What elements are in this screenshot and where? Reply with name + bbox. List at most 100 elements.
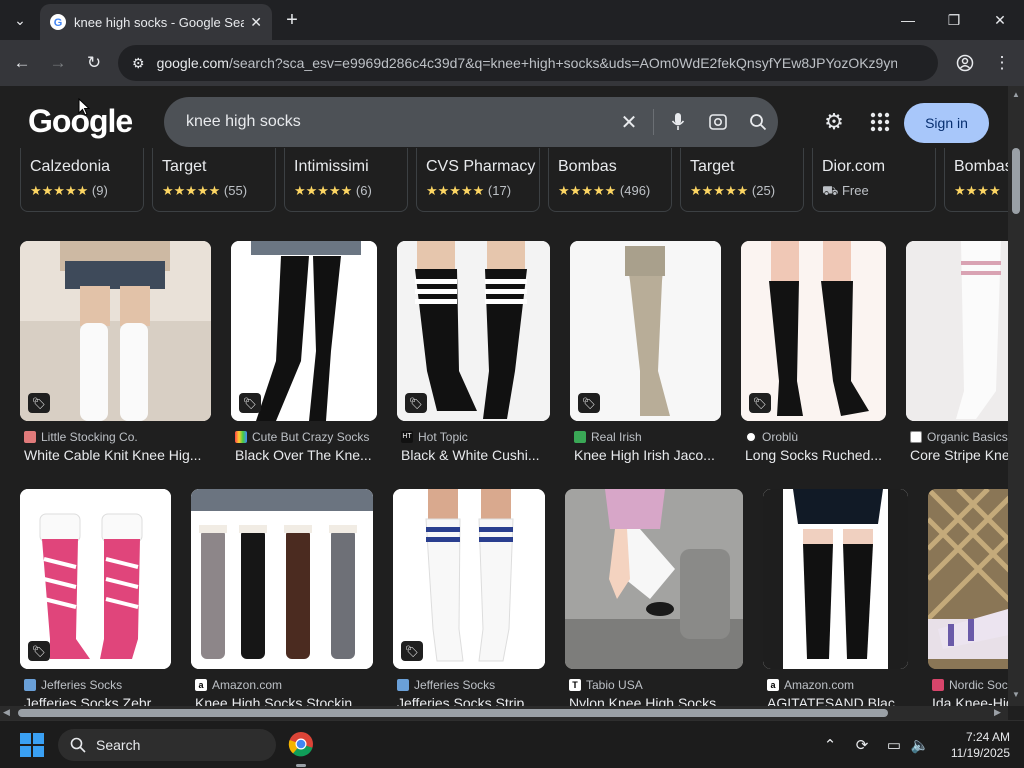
result-thumbnail[interactable] (906, 241, 1008, 421)
forward-arrow-icon[interactable]: → (45, 50, 71, 76)
source-favicon-icon (932, 679, 944, 691)
window-close-icon[interactable]: ✕ (988, 8, 1012, 32)
result-title[interactable]: Knee High Socks Stockin... (195, 695, 371, 706)
result-title[interactable]: AGITATESAND Blac... (767, 695, 906, 706)
result-source: Tabio USA (586, 678, 643, 692)
profile-icon[interactable] (952, 50, 978, 76)
new-tab-icon[interactable]: + (280, 8, 304, 32)
horizontal-scrollbar[interactable]: ◀ ▶ (0, 706, 1008, 720)
tab-search-chevron-icon[interactable]: ⌄ (8, 8, 32, 32)
rating-count: (55) (223, 183, 248, 198)
address-bar[interactable]: ⚙ google.com/search?sca_esv=e9969d286c4c… (118, 45, 938, 81)
vertical-scroll-thumb[interactable] (1012, 148, 1020, 214)
merchant-card[interactable]: Bombas ★★★★★ (496) (548, 148, 672, 212)
result-source: Real Irish (591, 430, 642, 444)
merchant-card[interactable]: CVS Pharmacy ★★★★★ (17) (416, 148, 540, 212)
restore-icon[interactable]: ❐ (942, 8, 966, 32)
source-favicon-icon (397, 679, 409, 691)
scroll-down-arrow-icon[interactable]: ▼ (1012, 690, 1020, 699)
result-source: Oroblù (762, 430, 799, 444)
search-input[interactable]: knee high socks ✕ (164, 97, 778, 147)
result-title[interactable]: Jefferies Socks Zebr... (24, 695, 169, 706)
show-hidden-icons-chevron-icon[interactable]: ⌃ (820, 735, 840, 755)
reload-icon[interactable]: ↻ (81, 50, 107, 76)
merchant-card[interactable]: Bombas ★★★★ (944, 148, 1008, 212)
lens-camera-icon[interactable] (698, 112, 738, 132)
windows-start-icon[interactable] (20, 733, 44, 757)
result-source: Jefferies Socks (41, 678, 123, 692)
display-icon[interactable]: ▭ (884, 735, 904, 755)
settings-gear-icon[interactable]: ⚙ (820, 108, 848, 136)
rating-stars: ★★★★★ (426, 183, 485, 198)
browser-tab[interactable]: G knee high socks - Google Search ✕ (40, 4, 272, 40)
browser-menu-icon[interactable]: ⋮ (989, 50, 1015, 76)
merchant-name: Target (690, 158, 735, 175)
tab-close-icon[interactable]: ✕ (250, 14, 262, 31)
clear-search-icon[interactable]: ✕ (609, 110, 649, 135)
address-url: google.com/search?sca_esv=e9969d286c4c39… (156, 55, 897, 71)
rating-stars: ★★★★★ (162, 183, 221, 198)
result-title[interactable]: White Cable Knit Knee Hig... (24, 447, 209, 463)
horizontal-scroll-thumb[interactable] (18, 709, 888, 717)
tab-title: knee high socks - Google Search (74, 14, 245, 30)
scroll-up-arrow-icon[interactable]: ▲ (1012, 90, 1020, 99)
source-favicon-icon: HT (401, 431, 413, 443)
back-arrow-icon[interactable]: ← (9, 50, 35, 76)
taskbar-clock[interactable]: 7:24 AM 11/19/2025 (940, 729, 1010, 761)
merchant-name: CVS Pharmacy (426, 158, 536, 175)
merchant-card[interactable]: Intimissimi ★★★★★ (6) (284, 148, 408, 212)
product-tag-icon: 🏷 (28, 393, 50, 413)
merchant-card[interactable]: Target ★★★★★ (25) (680, 148, 804, 212)
result-thumbnail[interactable]: 🏷 (570, 241, 721, 421)
sign-in-button[interactable]: Sign in (904, 103, 989, 143)
result-thumbnail[interactable] (763, 489, 908, 669)
source-favicon-icon (235, 431, 247, 443)
result-title[interactable]: Knee High Irish Jaco... (574, 447, 719, 463)
result-title[interactable]: Ida Knee-Hig (932, 695, 1008, 706)
minimize-icon[interactable]: — (896, 8, 920, 32)
volume-icon[interactable]: 🔈 (910, 735, 930, 755)
active-app-indicator (296, 764, 306, 767)
merchant-card[interactable]: Dior.com ⛟ Free (812, 148, 936, 212)
scroll-left-arrow-icon[interactable]: ◀ (3, 707, 10, 718)
result-thumbnail[interactable]: 🏷 (231, 241, 377, 421)
microphone-icon[interactable] (658, 112, 698, 132)
source-favicon-icon: T (569, 679, 581, 691)
merchant-card[interactable]: Calzedonia ★★★★★ (9) (20, 148, 144, 212)
merchant-name: Bombas (558, 158, 617, 175)
merchant-name: Bombas (954, 158, 1008, 175)
result-title[interactable]: Jefferies Socks Strip... (397, 695, 543, 706)
source-favicon-icon (745, 431, 757, 443)
vertical-scrollbar[interactable]: ▲ ▼ (1008, 86, 1024, 706)
taskbar-search-box[interactable]: Search (58, 729, 276, 761)
result-thumbnail[interactable]: 🏷 (397, 241, 550, 421)
chrome-taskbar-icon[interactable] (288, 731, 314, 757)
result-title[interactable]: Core Stripe Kne (910, 447, 1008, 463)
merchant-name: Intimissimi (294, 158, 369, 175)
result-thumbnail[interactable] (191, 489, 373, 669)
search-submit-icon[interactable] (738, 113, 778, 131)
result-thumbnail[interactable]: 🏷 (393, 489, 545, 669)
result-source: Amazon.com (212, 678, 283, 692)
result-thumbnail[interactable]: 🏷 (741, 241, 886, 421)
result-title[interactable]: Long Socks Ruched... (745, 447, 884, 463)
delivery-truck-icon: ⛟ (822, 183, 839, 198)
result-thumbnail[interactable] (565, 489, 743, 669)
result-source: Amazon.com (784, 678, 855, 692)
merchant-card[interactable]: Target ★★★★★ (55) (152, 148, 276, 212)
result-title[interactable]: Black & White Cushi... (401, 447, 548, 463)
apps-grid-icon[interactable] (866, 108, 894, 136)
svg-text:G: G (54, 17, 63, 29)
result-thumbnail[interactable]: 🏷 (20, 489, 171, 669)
result-thumbnail[interactable]: 🏷 (20, 241, 211, 421)
sync-icon[interactable]: ⟳ (852, 735, 872, 755)
result-thumbnail[interactable] (928, 489, 1008, 669)
windows-taskbar: Search ⌃ ⟳ ▭ 🔈 7:24 AM 11/19/2025 (0, 720, 1024, 768)
rating-count: (9) (91, 183, 108, 198)
result-title[interactable]: Black Over The Kne... (235, 447, 375, 463)
taskbar-search-label: Search (96, 737, 141, 753)
result-title[interactable]: Nylon Knee High Socks (569, 695, 741, 706)
site-info-icon[interactable]: ⚙ (132, 55, 145, 72)
rating-stars: ★★★★★ (30, 183, 89, 198)
scroll-right-arrow-icon[interactable]: ▶ (994, 707, 1001, 718)
